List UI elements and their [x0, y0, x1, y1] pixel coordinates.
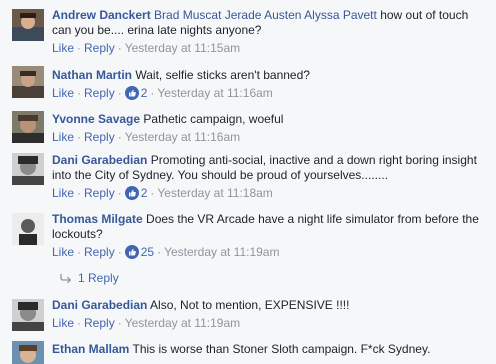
timestamp[interactable]: Yesterday at 11:19am	[164, 245, 279, 259]
comment-body: Also, Not to mention, EXPENSIVE !!!!	[150, 298, 350, 312]
avatar[interactable]	[12, 9, 44, 41]
avatar[interactable]	[12, 341, 44, 364]
comment-text: Nathan Martin Wait, selfie sticks aren't…	[52, 68, 490, 83]
comment-actions: Like · Reply · Yesterday at 11:16am	[52, 130, 490, 145]
view-replies-label: 1 Reply	[78, 271, 119, 285]
like-count-badge[interactable]: 25	[124, 245, 155, 259]
reply-button[interactable]: Reply	[84, 86, 115, 100]
reply-button[interactable]: Reply	[84, 245, 115, 259]
timestamp[interactable]: Yesterday at 11:19am	[125, 316, 240, 330]
avatar[interactable]	[12, 213, 44, 245]
thumbs-up-icon	[124, 86, 139, 100]
comment-text: Dani Garabedian Promoting anti-social, i…	[52, 153, 490, 183]
comment-actions: Like · Reply · 25 · Yesterday at 11:19am	[52, 245, 490, 260]
thumbs-up-icon	[124, 245, 139, 259]
comment-text: Ethan Mallam This is worse than Stoner S…	[52, 342, 490, 357]
comment-body: This is worse than Stoner Sloth campaign…	[132, 342, 431, 356]
comment-author[interactable]: Thomas Milgate	[52, 212, 143, 226]
reply-arrow-icon	[60, 274, 72, 283]
comment-author[interactable]: Andrew Danckert	[52, 8, 151, 22]
reply-button[interactable]: Reply	[84, 316, 115, 330]
timestamp[interactable]: Yesterday at 11:16am	[157, 86, 272, 100]
mention-link[interactable]: Jerade Austen	[225, 8, 302, 22]
avatar[interactable]	[12, 153, 44, 185]
like-button[interactable]: Like	[52, 245, 74, 259]
separator: ·	[117, 86, 122, 100]
like-button[interactable]: Like	[52, 41, 74, 55]
separator: ·	[77, 245, 82, 259]
timestamp[interactable]: Yesterday at 11:15am	[125, 41, 240, 55]
separator: ·	[157, 245, 162, 259]
mention-link[interactable]: Alyssa Pavett	[304, 8, 377, 22]
like-button[interactable]: Like	[52, 186, 74, 200]
timestamp[interactable]: Yesterday at 11:18am	[157, 186, 272, 200]
comment-actions: Like · Reply · Yesterday at 11:19am	[52, 316, 490, 331]
like-count-badge[interactable]: 2	[124, 86, 147, 100]
separator: ·	[117, 245, 122, 259]
comment-author[interactable]: Nathan Martin	[52, 68, 132, 82]
avatar[interactable]	[12, 66, 44, 98]
reply-button[interactable]: Reply	[84, 130, 115, 144]
separator: ·	[77, 130, 82, 144]
separator: ·	[117, 130, 122, 144]
comment-body: Wait, selfie sticks aren't banned?	[135, 68, 310, 82]
separator: ·	[117, 41, 122, 55]
avatar[interactable]	[12, 299, 44, 331]
comment-text: Yvonne Savage Pathetic campaign, woeful	[52, 112, 490, 127]
view-replies-link[interactable]: 1 Reply	[60, 271, 119, 285]
comment-actions: Like · Reply · 2 · Yesterday at 11:16am	[52, 86, 490, 101]
like-button[interactable]: Like	[52, 130, 74, 144]
comment-text: Dani Garabedian Also, Not to mention, EX…	[52, 298, 490, 313]
avatar[interactable]	[12, 111, 44, 143]
comments-list: Andrew Danckert Brad Muscat Jerade Auste…	[0, 0, 496, 364]
reply-button[interactable]: Reply	[84, 186, 115, 200]
comment-body: Pathetic campaign, woeful	[143, 112, 284, 126]
separator: ·	[150, 86, 155, 100]
mention-link[interactable]: Brad Muscat	[154, 8, 221, 22]
separator: ·	[77, 41, 82, 55]
separator: ·	[150, 186, 155, 200]
separator: ·	[77, 316, 82, 330]
comment-author[interactable]: Yvonne Savage	[52, 112, 140, 126]
separator: ·	[117, 316, 122, 330]
comment-author[interactable]: Ethan Mallam	[52, 342, 129, 356]
separator: ·	[77, 86, 82, 100]
comment-actions: Like · Reply · 2 · Yesterday at 11:18am	[52, 186, 490, 201]
comment-author[interactable]: Dani Garabedian	[52, 298, 147, 312]
like-count-badge[interactable]: 2	[124, 186, 147, 200]
comment-text: Thomas Milgate Does the VR Arcade have a…	[52, 212, 490, 242]
thumbs-up-icon	[124, 186, 139, 200]
like-count: 25	[140, 245, 155, 259]
like-button[interactable]: Like	[52, 316, 74, 330]
comment-actions: Like · Reply · Yesterday at 11:15am	[52, 41, 490, 56]
like-button[interactable]: Like	[52, 86, 74, 100]
reply-button[interactable]: Reply	[84, 41, 115, 55]
comment-text: Andrew Danckert Brad Muscat Jerade Auste…	[52, 8, 490, 38]
separator: ·	[77, 186, 82, 200]
separator: ·	[117, 186, 122, 200]
timestamp[interactable]: Yesterday at 11:16am	[125, 130, 240, 144]
comment-author[interactable]: Dani Garabedian	[52, 153, 147, 167]
